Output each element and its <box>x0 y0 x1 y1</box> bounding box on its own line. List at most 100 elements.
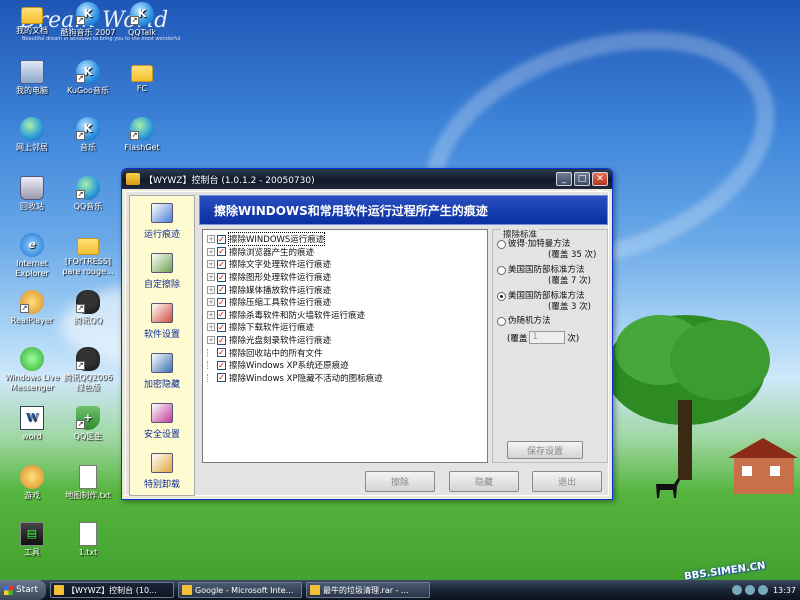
trace-item-checkbox[interactable]: ✓ <box>217 348 226 358</box>
trace-item-checkbox[interactable]: ✓ <box>217 234 226 244</box>
desktop-icon[interactable]: K KuGoo音乐 ↗ <box>60 60 116 96</box>
tree-line <box>207 348 215 357</box>
exit-button[interactable]: 退出 <box>532 471 602 492</box>
maximize-button[interactable]: □ <box>574 172 590 186</box>
erase-method-option[interactable]: 美国国防部标准方法 (覆盖 7 次) <box>497 265 591 287</box>
erase-method-text: 美国国防部标准方法 (覆盖 3 次) <box>508 291 591 313</box>
taskbar-button[interactable]: 【WYWZ】控制台 (10... <box>50 582 174 598</box>
trace-item[interactable]: + ✓ 擦除浏览器产生的痕迹 <box>207 246 483 259</box>
erase-method-radio[interactable] <box>497 240 506 249</box>
taskbar-button[interactable]: 最牛的垃圾清理.rar - ... <box>306 582 430 598</box>
trace-item-label: 擦除Windows XP隐藏不活动的图标痕迹 <box>229 373 383 384</box>
desktop-icon[interactable]: QQ音乐 ↗ <box>60 176 116 212</box>
trace-item[interactable]: + ✓ 擦除压缩工具软件运行痕迹 <box>207 296 483 309</box>
text-file-icon <box>79 522 97 546</box>
desktop-icon[interactable]: 地图制作.txt <box>60 465 116 501</box>
security-settings-icon <box>151 402 173 423</box>
expand-icon[interactable]: + <box>207 336 215 345</box>
desktop-icon[interactable]: 腾讯QQ2006 绿色版 ↗ <box>60 347 116 393</box>
trace-item[interactable]: + ✓ 擦除下载软件运行痕迹 <box>207 321 483 334</box>
trace-item-checkbox[interactable]: ✓ <box>217 373 226 383</box>
trace-item-checkbox[interactable]: ✓ <box>217 247 226 257</box>
expand-icon[interactable]: + <box>207 298 215 307</box>
volume-icon[interactable] <box>731 585 742 595</box>
expand-icon[interactable]: + <box>207 260 215 269</box>
erase-method-option[interactable]: 伪随机方法 <box>497 316 551 327</box>
desktop-icon-label: 工具 <box>24 548 40 557</box>
save-settings-button[interactable]: 保存设置 <box>507 441 583 459</box>
expand-icon[interactable]: + <box>207 285 215 294</box>
start-button[interactable]: Start <box>0 580 46 600</box>
expand-icon[interactable]: + <box>207 323 215 332</box>
trace-item[interactable]: + ✓ 擦除WINDOWS运行痕迹 <box>207 232 483 247</box>
antivirus-tray-icon[interactable] <box>757 585 768 595</box>
desktop-icon[interactable]: K 音乐 ↗ <box>60 117 116 153</box>
trace-item[interactable]: + ✓ 擦除光盘刻录软件运行痕迹 <box>207 334 483 347</box>
sidebar-item[interactable]: 特别卸载 <box>130 446 194 496</box>
tree-line <box>207 373 215 382</box>
trace-item[interactable]: + ✓ 擦除杀毒软件和防火墙软件运行痕迹 <box>207 309 483 322</box>
trace-item-checkbox[interactable]: ✓ <box>217 259 226 269</box>
sidebar-item[interactable]: 安全设置 <box>130 396 194 446</box>
sidebar-item[interactable]: 自定擦除 <box>130 246 194 296</box>
erase-button[interactable]: 擦除 <box>365 471 435 492</box>
desktop-icon[interactable]: K 酷狗音乐 2007 ↗ <box>60 2 116 38</box>
desktop-icon[interactable]: 网上邻居 <box>4 117 60 153</box>
wallpaper-house <box>728 438 798 494</box>
desktop-icon[interactable]: 游戏 <box>4 465 60 501</box>
network-tray-icon[interactable] <box>744 585 755 595</box>
desktop-icon-label: 地图制作.txt <box>65 491 111 500</box>
trace-item-checkbox[interactable]: ✓ <box>217 285 226 295</box>
pass-count-input[interactable]: 1 <box>529 331 566 344</box>
hide-button[interactable]: 隐藏 <box>449 471 519 492</box>
task-app-icon <box>54 585 64 595</box>
expand-icon[interactable]: + <box>207 247 215 256</box>
desktop-icon[interactable]: 回收站 <box>4 176 60 212</box>
trace-item-checkbox[interactable]: ✓ <box>217 272 226 282</box>
desktop-icon[interactable]: e Internet Explorer <box>4 233 60 279</box>
desktop-icon[interactable]: + QQ医生 ↗ <box>60 406 116 442</box>
trace-item-checkbox[interactable]: ✓ <box>217 322 226 332</box>
desktop-icon-label: 网上邻居 <box>16 143 48 152</box>
erase-method-radio[interactable] <box>497 317 506 326</box>
desktop-icon[interactable]: Wword <box>4 406 60 442</box>
expand-icon[interactable]: + <box>207 310 215 319</box>
close-button[interactable]: ✕ <box>592 172 608 186</box>
sidebar-item[interactable]: 软件设置 <box>130 296 194 346</box>
taskbar-button[interactable]: Google - Microsoft Inte... <box>178 582 302 598</box>
trace-item-checkbox[interactable]: ✓ <box>217 335 226 345</box>
desktop-icon[interactable]: 我的文档 <box>4 2 60 36</box>
desktop-icon[interactable]: 腾讯QQ ↗ <box>60 290 116 326</box>
trace-item[interactable]: ✓ 擦除Windows XP系统还原痕迹 <box>207 359 483 372</box>
page-header: 擦除WINDOWS和常用软件运行过程所产生的痕迹 <box>199 195 608 225</box>
desktop-icon[interactable]: Windows Live Messenger <box>4 347 60 393</box>
sidebar-item[interactable]: 加密隐藏 <box>130 346 194 396</box>
trace-icon <box>151 202 173 223</box>
desktop-icon[interactable]: [FOrTRESS] pare rouge... <box>60 233 116 277</box>
trace-item[interactable]: ✓ 擦除回收站中的所有文件 <box>207 346 483 359</box>
erase-method-radio[interactable] <box>497 292 506 301</box>
expand-icon[interactable]: + <box>207 273 215 282</box>
desktop-icon[interactable]: 我的电脑 <box>4 60 60 96</box>
desktop-icon[interactable]: FlashGet ↗ <box>114 117 170 153</box>
trace-item[interactable]: ✓ 擦除Windows XP隐藏不活动的图标痕迹 <box>207 372 483 385</box>
trace-item-checkbox[interactable]: ✓ <box>217 297 226 307</box>
erase-method-option[interactable]: 彼得·加特曼方法 (覆盖 35 次) <box>497 239 596 261</box>
title-bar[interactable]: 【WYWZ】控制台 (1.0.1.2 - 20050730) _ □ ✕ <box>122 169 612 189</box>
trace-item-checkbox[interactable]: ✓ <box>217 310 226 320</box>
desktop-icon[interactable]: FC <box>114 60 170 94</box>
trace-item[interactable]: + ✓ 擦除图形处理软件运行痕迹 <box>207 271 483 284</box>
trace-item[interactable]: + ✓ 擦除文字处理软件运行痕迹 <box>207 258 483 271</box>
trace-item[interactable]: + ✓ 擦除媒体播放软件运行痕迹 <box>207 283 483 296</box>
erase-method-option[interactable]: 美国国防部标准方法 (覆盖 3 次) <box>497 291 591 313</box>
trace-item-checkbox[interactable]: ✓ <box>217 360 226 370</box>
desktop-icon-label: FlashGet <box>124 143 160 152</box>
desktop-icon[interactable]: ▤ 工具 <box>4 522 60 558</box>
erase-method-radio[interactable] <box>497 266 506 275</box>
desktop-icon[interactable]: 1.txt <box>60 522 116 558</box>
desktop-icon[interactable]: RealPlayer ↗ <box>4 290 60 326</box>
expand-icon[interactable]: + <box>207 235 215 244</box>
desktop-icon[interactable]: K QQTalk ↗ <box>114 2 170 38</box>
sidebar-item[interactable]: 运行痕迹 <box>130 196 194 246</box>
minimize-button[interactable]: _ <box>556 172 572 186</box>
